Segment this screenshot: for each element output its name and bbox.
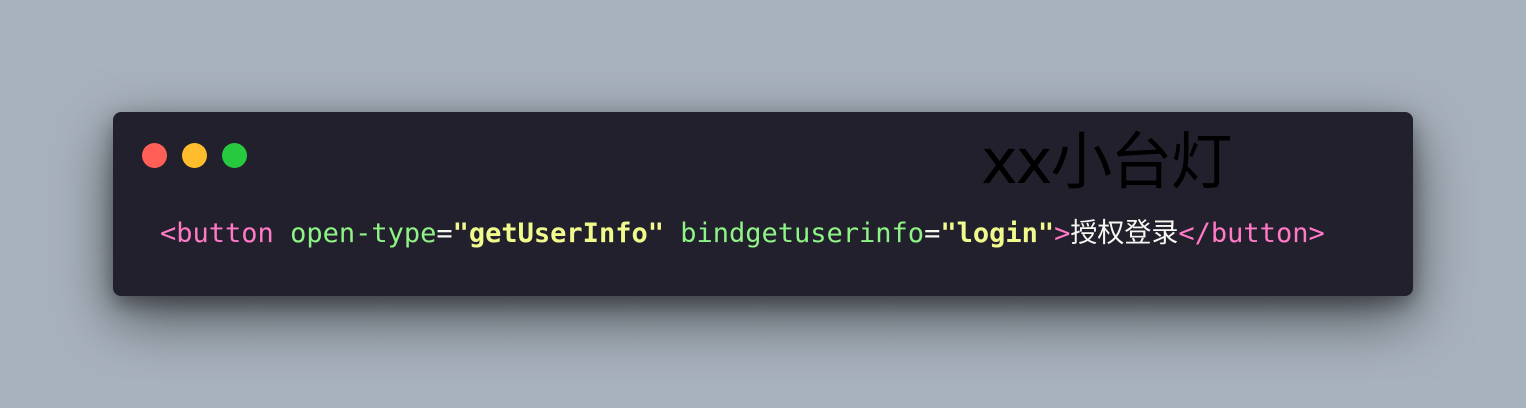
code-open-tag: <button	[160, 218, 274, 249]
maximize-dot-icon[interactable]	[222, 143, 247, 168]
code-window: xx小台灯 <button open-type="getUserInfo" bi…	[113, 112, 1413, 296]
close-dot-icon[interactable]	[142, 143, 167, 168]
code-value-getuserinfo: "getUserInfo"	[452, 218, 664, 249]
code-attr-open-type: open-type	[290, 218, 437, 249]
code-close-tag: </button>	[1178, 218, 1325, 249]
window-controls	[142, 143, 247, 168]
code-attr-bindgetuserinfo: bindgetuserinfo	[680, 218, 925, 249]
minimize-dot-icon[interactable]	[182, 143, 207, 168]
code-equals-1: =	[436, 218, 453, 249]
code-value-login: "login"	[940, 218, 1055, 249]
code-line: <button open-type="getUserInfo" bindgetu…	[160, 216, 1325, 252]
watermark-text: xx小台灯	[981, 125, 1232, 198]
code-tag-close-bracket: >	[1054, 218, 1071, 249]
code-equals-2: =	[924, 218, 941, 249]
code-inner-text: 授权登录	[1070, 218, 1179, 249]
